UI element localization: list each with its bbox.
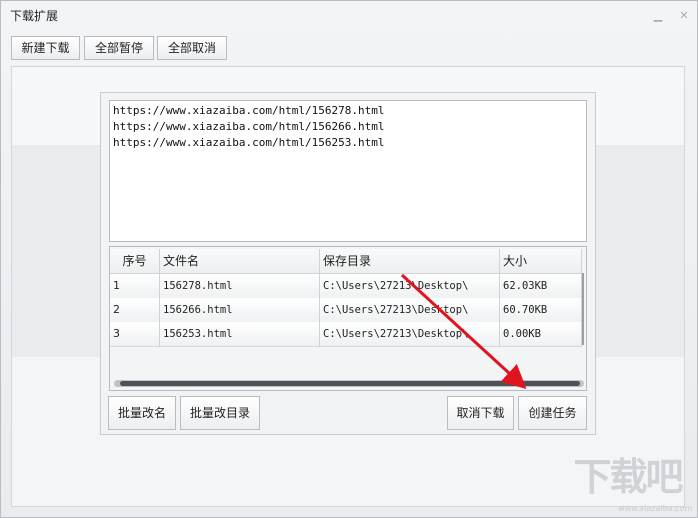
column-divider: [582, 273, 584, 345]
table-row[interactable]: 3 156253.html C:\Users\27213\Desktop\ 0.…: [110, 322, 582, 347]
cell-size: 60.70KB: [500, 298, 582, 322]
cell-index: 3: [110, 322, 160, 346]
window-title: 下载扩展: [10, 9, 59, 23]
cell-save-dir[interactable]: C:\Users\27213\Desktop\: [320, 274, 500, 298]
create-task-button[interactable]: 创建任务: [518, 396, 587, 430]
cell-save-dir[interactable]: C:\Users\27213\Desktop\: [320, 322, 500, 346]
cell-index: 1: [110, 274, 160, 298]
cell-size: 62.03KB: [500, 274, 582, 298]
cancel-download-button[interactable]: 取消下载: [447, 396, 514, 430]
new-download-button[interactable]: 新建下载: [11, 36, 80, 60]
cell-index: 2: [110, 298, 160, 322]
column-header-save-dir[interactable]: 保存目录: [320, 249, 500, 273]
column-header-index[interactable]: 序号: [110, 249, 160, 273]
url-line: https://www.xiazaiba.com/html/156266.htm…: [113, 120, 385, 133]
table-row[interactable]: 2 156266.html C:\Users\27213\Desktop\ 60…: [110, 298, 582, 323]
watermark-url: www.xiazaiba.com: [618, 504, 693, 513]
table-row[interactable]: 1 156278.html C:\Users\27213\Desktop\ 62…: [110, 274, 582, 299]
cell-filename[interactable]: 156266.html: [160, 298, 320, 322]
batch-change-dir-button[interactable]: 批量改目录: [180, 396, 260, 430]
url-line: https://www.xiazaiba.com/html/156253.htm…: [113, 136, 385, 149]
table-header: 序号 文件名 保存目录 大小: [110, 249, 582, 274]
column-header-size[interactable]: 大小: [500, 249, 582, 273]
cell-filename[interactable]: 156253.html: [160, 322, 320, 346]
minimize-icon[interactable]: ▁: [652, 10, 664, 22]
batch-rename-button[interactable]: 批量改名: [108, 396, 176, 430]
task-table: 序号 文件名 保存目录 大小 1 156278.html C:\Users\27…: [109, 246, 587, 391]
scrollbar-thumb[interactable]: [120, 381, 580, 386]
column-header-filename[interactable]: 文件名: [160, 249, 320, 273]
cell-save-dir[interactable]: C:\Users\27213\Desktop\: [320, 298, 500, 322]
cell-filename[interactable]: 156278.html: [160, 274, 320, 298]
url-input[interactable]: https://www.xiazaiba.com/html/156278.htm…: [109, 100, 587, 242]
close-icon[interactable]: ✕: [678, 10, 690, 22]
cancel-all-button[interactable]: 全部取消: [157, 36, 227, 60]
cell-size: 0.00KB: [500, 322, 582, 346]
url-line: https://www.xiazaiba.com/html/156278.htm…: [113, 104, 385, 117]
title-bar: 下载扩展 ▁ ✕: [1, 1, 697, 31]
pause-all-button[interactable]: 全部暂停: [84, 36, 154, 60]
horizontal-scrollbar[interactable]: [114, 380, 584, 387]
